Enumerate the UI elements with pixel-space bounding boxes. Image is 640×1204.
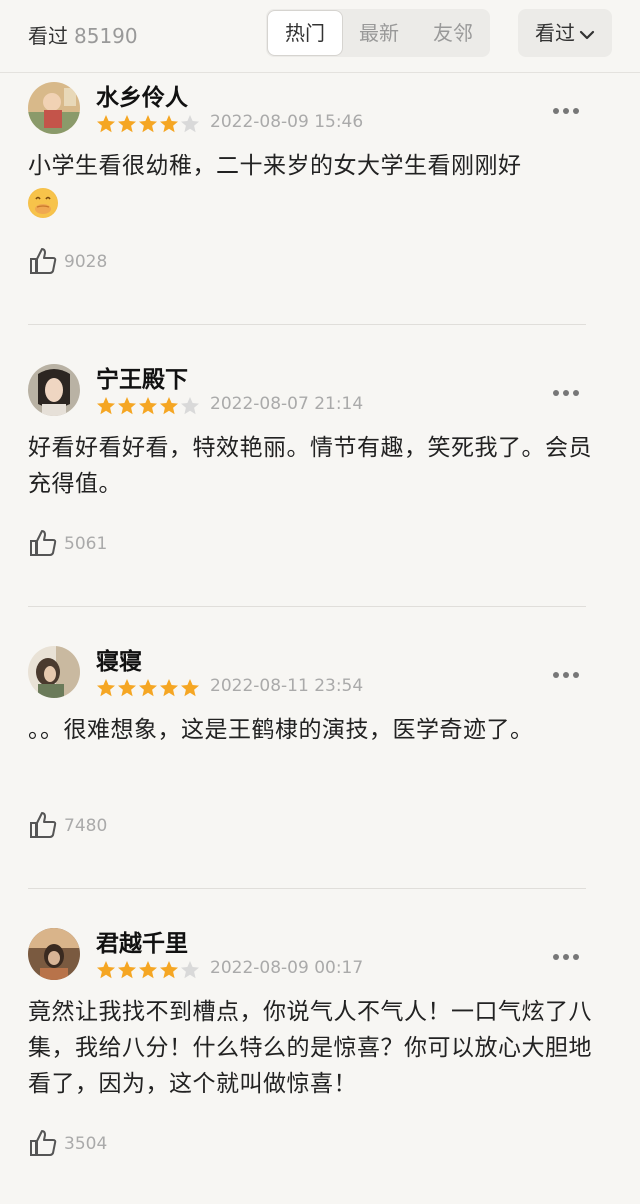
review-item: 水乡伶人 2022-08-09 15:46 小学生看很幼稚，二十来岁的女大学生看… bbox=[0, 76, 640, 358]
star-empty-icon bbox=[181, 961, 199, 979]
star-rating bbox=[96, 396, 201, 416]
divider bbox=[28, 606, 586, 607]
tab-hot[interactable]: 热门 bbox=[267, 10, 343, 56]
review-date: 2022-08-07 21:14 bbox=[210, 394, 364, 414]
review-item: 君越千里 2022-08-09 00:17 竟然让我找不到槽点，你说气人不气人！… bbox=[0, 922, 640, 1204]
divider bbox=[28, 324, 586, 325]
reviewer-name[interactable]: 水乡伶人 bbox=[96, 78, 188, 112]
review-date: 2022-08-09 15:46 bbox=[210, 112, 364, 132]
sort-tabs: 热门 最新 友邻 bbox=[266, 9, 490, 57]
star-filled-icon bbox=[118, 115, 136, 133]
thumbs-up-icon bbox=[30, 248, 57, 274]
star-filled-icon bbox=[160, 961, 178, 979]
filter-dropdown[interactable]: 看过 bbox=[518, 9, 612, 57]
star-filled-icon bbox=[139, 679, 157, 697]
review-text: 。。很难想象，这是王鹤棣的演技，医学奇迹了。 bbox=[28, 717, 534, 743]
review-item: 宁王殿下 2022-08-07 21:14 好看好看好看，特效艳丽。情节有趣，笑… bbox=[0, 358, 640, 640]
avatar[interactable] bbox=[28, 646, 80, 698]
avatar[interactable] bbox=[28, 364, 80, 416]
star-rating bbox=[96, 960, 201, 980]
star-filled-icon bbox=[181, 679, 199, 697]
review-date: 2022-08-11 23:54 bbox=[210, 676, 364, 696]
filter-label: 看过 bbox=[535, 21, 575, 45]
like-button[interactable]: 3504 bbox=[28, 1128, 107, 1160]
like-count: 3504 bbox=[64, 1134, 108, 1154]
star-filled-icon bbox=[139, 115, 157, 133]
review-text-content: 小学生看很幼稚，二十来岁的女大学生看刚刚好 bbox=[28, 153, 522, 179]
star-filled-icon bbox=[160, 115, 178, 133]
star-filled-icon bbox=[97, 115, 115, 133]
like-count: 9028 bbox=[64, 252, 108, 272]
seen-label: 看过 bbox=[28, 24, 68, 48]
reviewer-name[interactable]: 宁王殿下 bbox=[96, 360, 188, 394]
star-filled-icon bbox=[118, 679, 136, 697]
avatar[interactable] bbox=[28, 82, 80, 134]
tab-friends[interactable]: 友邻 bbox=[416, 9, 490, 57]
like-button[interactable]: 5061 bbox=[28, 528, 107, 560]
reviewer-name[interactable]: 君越千里 bbox=[96, 924, 188, 958]
thumbs-up-icon bbox=[30, 812, 57, 838]
review-text: 竟然让我找不到槽点，你说气人不气人！一口气炫了八集，我给八分！什么特么的是惊喜？… bbox=[28, 999, 592, 1097]
star-filled-icon bbox=[160, 679, 178, 697]
face-with-hand-over-mouth-icon bbox=[28, 187, 58, 218]
star-filled-icon bbox=[97, 961, 115, 979]
avatar[interactable] bbox=[28, 928, 80, 980]
star-empty-icon bbox=[181, 115, 199, 133]
thumbs-up-icon bbox=[30, 1130, 57, 1156]
more-options-icon[interactable] bbox=[552, 100, 580, 119]
chevron-down-icon bbox=[579, 30, 595, 39]
review-text: 好看好看好看，特效艳丽。情节有趣，笑死我了。会员充得值。 bbox=[28, 435, 592, 497]
top-bar: 看过 85190 热门 最新 友邻 看过 bbox=[0, 0, 640, 73]
like-count: 7480 bbox=[64, 816, 108, 836]
like-button[interactable]: 7480 bbox=[28, 810, 107, 842]
star-filled-icon bbox=[97, 397, 115, 415]
more-options-icon[interactable] bbox=[552, 382, 580, 401]
reviewer-name[interactable]: 寝寝 bbox=[96, 642, 142, 676]
star-filled-icon bbox=[139, 961, 157, 979]
star-filled-icon bbox=[139, 397, 157, 415]
review-text: 小学生看很幼稚，二十来岁的女大学生看刚刚好 bbox=[28, 148, 600, 220]
thumbs-up-icon bbox=[30, 530, 57, 556]
divider bbox=[28, 888, 586, 889]
review-item: 寝寝 2022-08-11 23:54 。。很难想象，这是王鹤棣的演技，医学奇迹… bbox=[0, 640, 640, 922]
star-filled-icon bbox=[160, 397, 178, 415]
seen-count: 85190 bbox=[74, 24, 138, 48]
star-filled-icon bbox=[118, 961, 136, 979]
seen-count-label: 看过 85190 bbox=[28, 20, 138, 49]
star-empty-icon bbox=[181, 397, 199, 415]
star-rating bbox=[96, 678, 201, 698]
like-count: 5061 bbox=[64, 534, 108, 554]
star-rating bbox=[96, 114, 201, 134]
tab-latest[interactable]: 最新 bbox=[342, 9, 416, 57]
like-button[interactable]: 9028 bbox=[28, 246, 107, 278]
more-options-icon[interactable] bbox=[552, 946, 580, 965]
star-filled-icon bbox=[97, 679, 115, 697]
more-options-icon[interactable] bbox=[552, 664, 580, 683]
star-filled-icon bbox=[118, 397, 136, 415]
review-date: 2022-08-09 00:17 bbox=[210, 958, 364, 978]
